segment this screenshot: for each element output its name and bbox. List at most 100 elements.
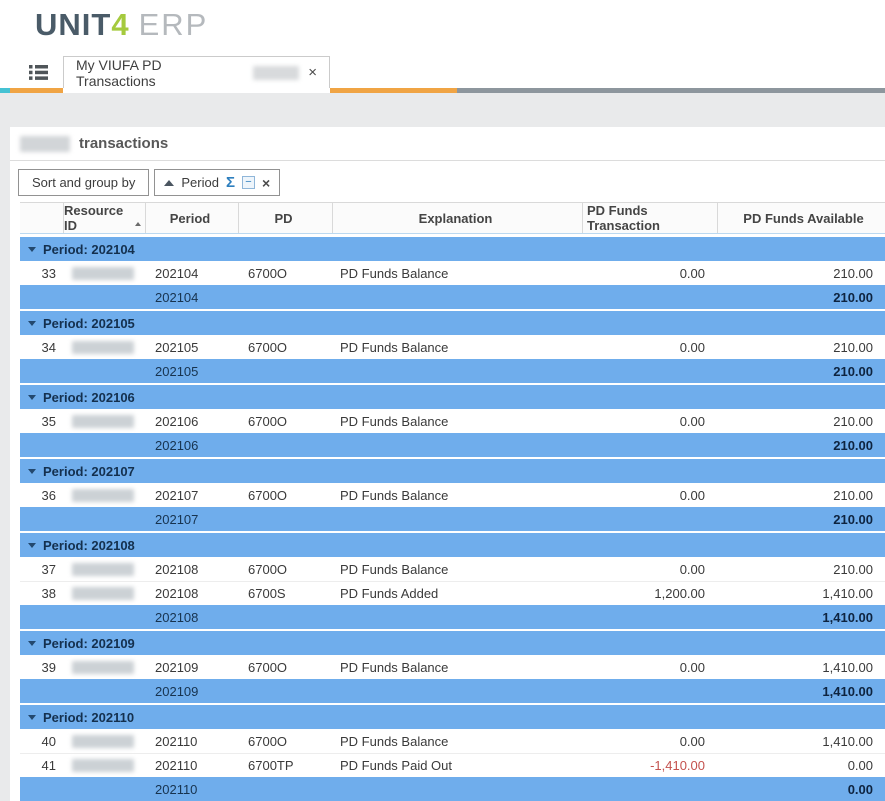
subtotal-pd-funds-available: 210.00 xyxy=(717,359,885,383)
subtotal-spacer xyxy=(582,285,717,309)
column-header-label: Resource ID xyxy=(64,203,134,233)
cell-period: 202104 xyxy=(145,261,238,285)
tab-close-icon[interactable]: × xyxy=(308,65,317,80)
group-collapse-icon xyxy=(28,321,36,326)
table-row[interactable]: 342021056700OPD Funds Balance0.00210.00 xyxy=(20,335,885,359)
column-header-explanation[interactable]: Explanation xyxy=(332,203,582,233)
redacted-resource-id xyxy=(72,267,134,280)
column-header-period[interactable]: Period xyxy=(145,203,238,233)
cell-row-number: 38 xyxy=(20,582,63,605)
menu-list-button[interactable] xyxy=(14,56,63,88)
table-row[interactable]: 332021046700OPD Funds Balance0.00210.00 xyxy=(20,261,885,285)
tab-my-viufa-pd-transactions[interactable]: My VIUFA PD Transactions × xyxy=(63,56,330,88)
group-collapse-icon xyxy=(28,543,36,548)
column-header-pd-funds-available[interactable]: PD Funds Available xyxy=(717,203,885,233)
table-row[interactable]: 362021076700OPD Funds Balance0.00210.00 xyxy=(20,483,885,507)
group-header-row[interactable]: Period: 202105 xyxy=(20,311,885,335)
list-icon xyxy=(29,65,48,80)
group-header-label: Period: 202107 xyxy=(43,464,135,479)
group-header-label: Period: 202105 xyxy=(43,316,135,331)
cell-period: 202106 xyxy=(145,409,238,433)
subtotal-spacer xyxy=(238,777,332,801)
tab-bar: My VIUFA PD Transactions × xyxy=(0,56,885,88)
group-by-period-chip[interactable]: Period Σ − × xyxy=(154,169,280,196)
group-header-row[interactable]: Period: 202104 xyxy=(20,237,885,261)
unit4-erp-logo: UNIT4ERP xyxy=(35,7,208,43)
table-row[interactable]: 402021106700OPD Funds Balance0.001,410.0… xyxy=(20,729,885,753)
subtotal-spacer xyxy=(20,359,63,383)
cell-pd-funds-available: 210.00 xyxy=(717,483,885,507)
page-background: transactions Sort and group by Period Σ … xyxy=(0,93,885,801)
sort-ascending-icon[interactable] xyxy=(164,180,174,186)
group-collapse-icon xyxy=(28,395,36,400)
cell-pd-funds-transaction: 0.00 xyxy=(582,261,717,285)
table-row[interactable]: 372021086700OPD Funds Balance0.00210.00 xyxy=(20,557,885,581)
table-row[interactable]: 412021106700TPPD Funds Paid Out-1,410.00… xyxy=(20,753,885,777)
column-header-rownum[interactable] xyxy=(20,203,63,233)
sort-indicator-icon xyxy=(135,222,141,226)
redacted-resource-id xyxy=(72,587,134,600)
subtotal-spacer xyxy=(582,359,717,383)
subtotal-spacer xyxy=(63,285,145,309)
group-header-row[interactable]: Period: 202110 xyxy=(20,705,885,729)
table-row[interactable]: 392021096700OPD Funds Balance0.001,410.0… xyxy=(20,655,885,679)
cell-pd: 6700O xyxy=(238,409,332,433)
cell-explanation: PD Funds Balance xyxy=(332,409,582,433)
redacted-title-text xyxy=(20,136,70,152)
remove-grouping-icon[interactable]: × xyxy=(262,176,270,190)
chip-label: Period xyxy=(181,175,219,190)
subtotal-period: 202109 xyxy=(145,679,238,703)
subtotal-spacer xyxy=(332,359,582,383)
table-row[interactable]: 352021066700OPD Funds Balance0.00210.00 xyxy=(20,409,885,433)
group-collapse-icon xyxy=(28,469,36,474)
table-row[interactable]: 382021086700SPD Funds Added1,200.001,410… xyxy=(20,581,885,605)
column-header-pd-funds-transaction[interactable]: PD Funds Transaction xyxy=(582,203,717,233)
cell-pd-funds-available: 210.00 xyxy=(717,557,885,581)
subtotal-spacer xyxy=(63,507,145,531)
subtotal-period: 202107 xyxy=(145,507,238,531)
group-header-row[interactable]: Period: 202107 xyxy=(20,459,885,483)
cell-resource-id xyxy=(63,335,145,359)
group-header-row[interactable]: Period: 202109 xyxy=(20,631,885,655)
collapse-all-icon[interactable]: − xyxy=(242,176,255,189)
subtotal-pd-funds-available: 210.00 xyxy=(717,507,885,531)
subtotal-spacer xyxy=(238,507,332,531)
column-header-resource-id[interactable]: Resource ID xyxy=(63,203,145,233)
group-header-label: Period: 202106 xyxy=(43,390,135,405)
cell-period: 202110 xyxy=(145,754,238,777)
group-header-label: Period: 202104 xyxy=(43,242,135,257)
cell-resource-id xyxy=(63,582,145,605)
cell-pd-funds-transaction: 0.00 xyxy=(582,655,717,679)
subtotal-spacer xyxy=(582,777,717,801)
subtotal-spacer xyxy=(63,605,145,629)
sum-icon[interactable]: Σ xyxy=(226,174,235,191)
group-header-row[interactable]: Period: 202106 xyxy=(20,385,885,409)
column-header-pd[interactable]: PD xyxy=(238,203,332,233)
cell-explanation: PD Funds Balance xyxy=(332,655,582,679)
cell-row-number: 35 xyxy=(20,409,63,433)
subtotal-spacer xyxy=(332,507,582,531)
sort-and-group-by-button[interactable]: Sort and group by xyxy=(18,169,149,196)
subtotal-spacer xyxy=(238,679,332,703)
tab-label: My VIUFA PD Transactions xyxy=(76,57,244,89)
cell-resource-id xyxy=(63,409,145,433)
redacted-resource-id xyxy=(72,489,134,502)
cell-resource-id xyxy=(63,729,145,753)
cell-period: 202107 xyxy=(145,483,238,507)
group-collapse-icon xyxy=(28,715,36,720)
transactions-grid: Resource ID Period PD Explanation PD Fun… xyxy=(20,202,885,801)
group-collapse-icon xyxy=(28,247,36,252)
redacted-resource-id xyxy=(72,563,134,576)
cell-explanation: PD Funds Paid Out xyxy=(332,754,582,777)
cell-row-number: 40 xyxy=(20,729,63,753)
cell-pd-funds-transaction: 0.00 xyxy=(582,335,717,359)
cell-resource-id xyxy=(63,655,145,679)
cell-explanation: PD Funds Balance xyxy=(332,557,582,581)
logo-brand-text: UNIT xyxy=(35,7,111,42)
cell-pd-funds-available: 1,410.00 xyxy=(717,582,885,605)
group-collapse-icon xyxy=(28,641,36,646)
group-header-label: Period: 202108 xyxy=(43,538,135,553)
group-header-row[interactable]: Period: 202108 xyxy=(20,533,885,557)
group-header-label: Period: 202110 xyxy=(43,710,134,725)
cell-pd-funds-transaction: 0.00 xyxy=(582,557,717,581)
